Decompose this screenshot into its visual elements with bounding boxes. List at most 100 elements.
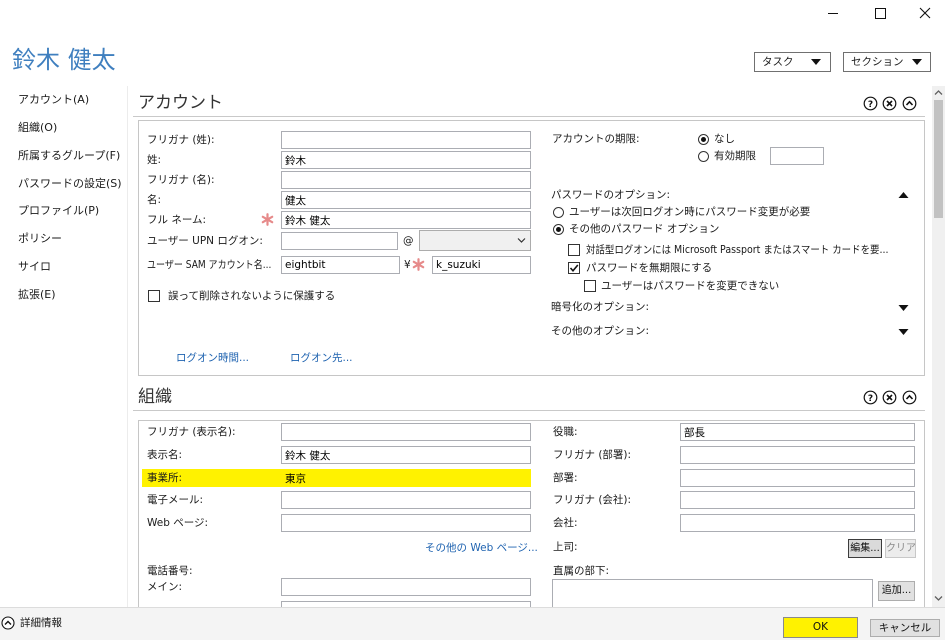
- nav-item-extensions[interactable]: 拡張(E): [18, 286, 124, 304]
- full-name-input[interactable]: [281, 211, 531, 229]
- scroll-up-icon[interactable]: [934, 88, 943, 97]
- account-header-divider: [133, 116, 925, 117]
- nav-item-account[interactable]: アカウント(A): [18, 91, 124, 109]
- job-title-input[interactable]: [680, 423, 915, 441]
- scrollbar-thumb[interactable]: [934, 100, 943, 218]
- password-options-label: パスワードのオプション:: [551, 189, 671, 201]
- scroll-down-icon[interactable]: [934, 594, 943, 603]
- last-name-input[interactable]: [281, 151, 531, 169]
- full-name-label: フル ネーム:: [147, 214, 207, 226]
- expires-end-of-label: 有効期限: [714, 150, 756, 162]
- direct-reports-add-button[interactable]: 追加...: [878, 581, 915, 601]
- phone-numbers-heading: 電話番号:: [147, 565, 193, 577]
- maximize-button[interactable]: [857, 0, 902, 28]
- vertical-scrollbar[interactable]: [932, 86, 945, 607]
- chevron-down-icon: [517, 238, 526, 243]
- collapse-up-icon[interactable]: [898, 191, 909, 199]
- furigana-department-label: フリガナ (部署):: [553, 449, 632, 461]
- svg-text:?: ?: [868, 394, 873, 404]
- expand-down-icon[interactable]: [898, 304, 909, 312]
- help-icon[interactable]: ?: [863, 96, 878, 111]
- sam-domain-input[interactable]: [281, 256, 400, 274]
- smartcard-required-checkbox[interactable]: [568, 244, 580, 256]
- required-asterisk-icon: [412, 258, 425, 271]
- department-input[interactable]: [680, 469, 915, 487]
- nav-item-member-of[interactable]: 所属するグループ(F): [18, 147, 124, 165]
- protect-from-deletion-label: 誤って削除されないように保護する: [168, 290, 336, 302]
- dialog-footer: 詳細情報 OK キャンセル: [0, 607, 945, 640]
- password-never-expires-checkbox[interactable]: [568, 262, 580, 274]
- help-icon[interactable]: ?: [863, 390, 878, 405]
- tasks-dropdown[interactable]: タスク: [754, 52, 831, 72]
- sam-account-label: ユーザー SAM アカウント名...: [147, 259, 272, 271]
- furigana-company-input[interactable]: [680, 491, 915, 509]
- organization-section-title: 組織: [138, 387, 172, 407]
- other-web-pages-link[interactable]: その他の Web ページ...: [425, 540, 538, 556]
- remove-section-icon[interactable]: [882, 390, 897, 405]
- remove-section-icon[interactable]: [882, 96, 897, 111]
- furigana-first-input[interactable]: [281, 171, 531, 189]
- nav-divider: [127, 86, 128, 607]
- protect-from-deletion-checkbox[interactable]: [148, 290, 160, 302]
- display-name-input[interactable]: [281, 446, 531, 464]
- smartcard-required-label: 対話型ログオンには Microsoft Passport またはスマート カード…: [586, 244, 889, 256]
- svg-text:?: ?: [868, 100, 873, 110]
- nav-item-password-settings[interactable]: パスワードの設定(S): [18, 175, 124, 193]
- minimize-button[interactable]: [810, 0, 856, 28]
- direct-reports-label: 直属の部下:: [553, 565, 610, 577]
- upn-domain-select[interactable]: [419, 230, 531, 251]
- close-window-button[interactable]: [902, 0, 945, 28]
- furigana-department-input[interactable]: [680, 446, 915, 464]
- nav-item-organization[interactable]: 組織(O): [18, 119, 124, 137]
- expand-details-icon: [1, 616, 15, 630]
- collapse-section-icon[interactable]: [902, 390, 917, 405]
- manager-edit-button[interactable]: 編集...: [848, 539, 882, 558]
- furigana-display-name-input[interactable]: [281, 423, 531, 441]
- main-phone-input[interactable]: [281, 578, 531, 596]
- main-phone-label: メイン:: [147, 581, 183, 593]
- cannot-change-password-checkbox[interactable]: [584, 280, 596, 292]
- must-change-password-label: ユーザーは次回ログオン時にパスワード変更が必要: [569, 206, 811, 218]
- must-change-password-radio[interactable]: [553, 207, 564, 218]
- furigana-last-input[interactable]: [281, 131, 531, 149]
- nav-item-policy[interactable]: ポリシー: [18, 230, 124, 248]
- furigana-company-label: フリガナ (会社):: [553, 494, 632, 506]
- more-info-label: 詳細情報: [20, 617, 62, 629]
- furigana-last-label: フリガナ (姓):: [147, 134, 215, 146]
- more-info-toggle[interactable]: 詳細情報: [0, 612, 80, 634]
- sam-account-input[interactable]: [432, 256, 531, 274]
- sections-dropdown[interactable]: セクション: [843, 52, 931, 72]
- upn-at-sign: @: [403, 235, 414, 247]
- other-password-options-radio[interactable]: [553, 224, 564, 235]
- furigana-display-name-label: フリガナ (表示名):: [147, 426, 236, 438]
- company-input[interactable]: [680, 514, 915, 532]
- organization-header-divider: [133, 410, 925, 411]
- ok-button[interactable]: OK: [783, 617, 858, 638]
- encryption-options-label[interactable]: 暗号化のオプション:: [551, 299, 649, 315]
- email-input[interactable]: [281, 491, 531, 509]
- upn-logon-input[interactable]: [281, 232, 398, 250]
- other-options-label[interactable]: その他のオプション:: [551, 323, 649, 339]
- first-name-label: 名:: [147, 194, 162, 206]
- web-page-input[interactable]: [281, 514, 531, 532]
- section-nav: アカウント(A) 組織(O) 所属するグループ(F) パスワードの設定(S) プ…: [0, 86, 127, 607]
- cancel-button[interactable]: キャンセル: [870, 619, 940, 637]
- expires-date-input[interactable]: [770, 147, 824, 165]
- manager-clear-button[interactable]: クリア: [885, 539, 916, 558]
- office-input[interactable]: [281, 469, 531, 487]
- cannot-change-password-label: ユーザーはパスワードを変更できない: [601, 280, 780, 292]
- first-name-input[interactable]: [281, 191, 531, 209]
- close-window-icon: [919, 7, 931, 19]
- account-section-title: アカウント: [138, 93, 223, 113]
- logon-hours-link[interactable]: ログオン時間...: [176, 350, 249, 366]
- logon-to-link[interactable]: ログオン先...: [290, 350, 353, 366]
- expires-never-radio[interactable]: [698, 134, 709, 145]
- nav-item-profile[interactable]: プロファイル(P): [18, 202, 124, 220]
- required-asterisk-icon: [261, 213, 274, 226]
- nav-item-silo[interactable]: サイロ: [18, 258, 124, 276]
- expires-end-of-radio[interactable]: [698, 151, 709, 162]
- company-label: 会社:: [553, 517, 578, 529]
- collapse-section-icon[interactable]: [902, 96, 917, 111]
- expand-down-icon[interactable]: [898, 328, 909, 336]
- chevron-down-icon: [811, 59, 821, 65]
